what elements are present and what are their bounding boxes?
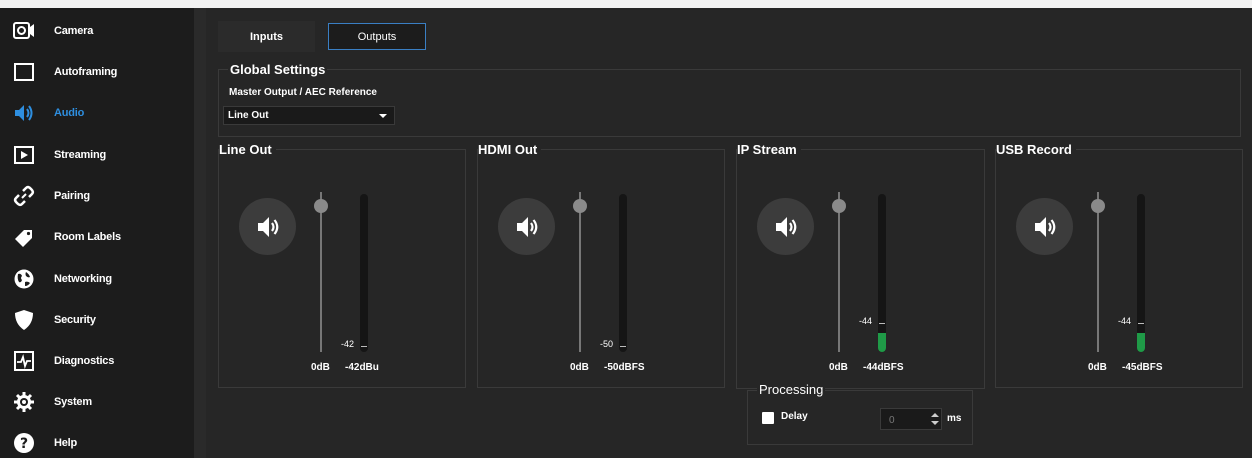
- gear-icon: [13, 391, 35, 413]
- level-meter: [360, 194, 368, 352]
- meter-value: -44: [1118, 316, 1132, 326]
- gain-slider-handle[interactable]: [573, 199, 587, 213]
- sidebar-item-label: Security: [54, 313, 96, 326]
- master-output-value: Line Out: [228, 110, 269, 121]
- mute-button[interactable]: [1016, 198, 1073, 255]
- gain-slider-handle[interactable]: [314, 199, 328, 213]
- delay-unit-label: ms: [947, 413, 962, 424]
- sidebar-item-room-labels[interactable]: Room Labels: [0, 216, 194, 257]
- sidebar-item-autoframing[interactable]: Autoframing: [0, 51, 194, 92]
- sidebar-item-label: Room Labels: [54, 230, 121, 243]
- meter-value: -50: [600, 339, 614, 349]
- globe-icon: [13, 268, 35, 290]
- link-icon: [13, 185, 35, 207]
- sidebar-item-security[interactable]: Security: [0, 299, 194, 340]
- level-meter-fill: [1137, 333, 1145, 352]
- sidebar: Camera Autoframing Audio Streaming Pairi…: [0, 8, 194, 458]
- speaker-icon: [257, 216, 278, 237]
- level-label: -50dBFS: [604, 362, 645, 373]
- mute-button[interactable]: [498, 198, 555, 255]
- tab-inputs[interactable]: Inputs: [218, 21, 315, 52]
- output-panel: USB Record -44 0dB -45dBFS: [995, 142, 1243, 388]
- sidebar-item-label: Streaming: [54, 148, 106, 161]
- delay-label: Delay: [781, 411, 808, 422]
- speaker-icon: [775, 216, 796, 237]
- level-label: -42dBu: [345, 362, 379, 373]
- output-panel-title: USB Record: [996, 142, 1076, 157]
- gain-slider-track[interactable]: [838, 192, 840, 352]
- meter-value: -44: [859, 316, 873, 326]
- sidebar-item-label: Camera: [54, 24, 94, 37]
- gain-label: 0dB: [570, 362, 589, 373]
- output-panel: Line Out -42 0dB -42dBu: [218, 142, 466, 388]
- sidebar-item-label: Pairing: [54, 189, 90, 202]
- tag-icon: [13, 226, 35, 248]
- tab-outputs[interactable]: Outputs: [328, 23, 426, 50]
- gain-slider-track[interactable]: [579, 192, 581, 352]
- speaker-icon: [13, 102, 35, 124]
- gain-label: 0dB: [1088, 362, 1107, 373]
- frame-icon: [13, 61, 35, 83]
- master-output-label: Master Output / AEC Reference: [229, 87, 377, 98]
- sidebar-item-camera[interactable]: Camera: [0, 10, 194, 51]
- mute-button[interactable]: [757, 198, 814, 255]
- sidebar-item-networking[interactable]: Networking: [0, 258, 194, 299]
- mute-button[interactable]: [239, 198, 296, 255]
- svg-text:?: ?: [20, 436, 28, 452]
- sidebar-item-help[interactable]: ? Help: [0, 422, 194, 458]
- shield-icon: [13, 309, 35, 331]
- output-panel-title: Line Out: [219, 142, 276, 157]
- meter-tick: [1138, 323, 1144, 324]
- sidebar-item-streaming[interactable]: Streaming: [0, 134, 194, 175]
- gain-slider-track[interactable]: [1097, 192, 1099, 352]
- speaker-icon: [516, 216, 537, 237]
- output-panel-title: HDMI Out: [478, 142, 542, 157]
- level-meter: [878, 194, 886, 352]
- sidebar-item-pairing[interactable]: Pairing: [0, 175, 194, 216]
- level-meter: [1137, 194, 1145, 352]
- gain-slider-handle[interactable]: [832, 199, 846, 213]
- level-meter: [619, 194, 627, 352]
- global-settings-group: [218, 69, 1241, 137]
- meter-tick: [879, 323, 885, 324]
- gain-label: 0dB: [829, 362, 848, 373]
- delay-checkbox[interactable]: [762, 412, 774, 424]
- sidebar-item-label: Networking: [54, 272, 112, 285]
- delay-stepper[interactable]: [929, 410, 941, 428]
- sidebar-item-system[interactable]: System: [0, 381, 194, 422]
- sidebar-item-label: Audio: [54, 106, 85, 119]
- global-settings-title: Global Settings: [228, 62, 328, 77]
- meter-tick: [620, 346, 626, 347]
- level-meter-fill: [878, 333, 886, 352]
- sidebar-item-label: Autoframing: [54, 65, 118, 78]
- output-panel: HDMI Out -50 0dB -50dBFS: [477, 142, 725, 388]
- question-icon: ?: [13, 432, 35, 454]
- camera-icon: [13, 20, 35, 42]
- gain-slider-handle[interactable]: [1091, 199, 1105, 213]
- sidebar-item-diagnostics[interactable]: Diagnostics: [0, 340, 194, 381]
- meter-value: -42: [341, 339, 355, 349]
- level-label: -44dBFS: [863, 362, 904, 373]
- level-label: -45dBFS: [1122, 362, 1163, 373]
- play-icon: [13, 144, 35, 166]
- sidebar-item-label: Help: [54, 436, 78, 449]
- output-panel: IP Stream -44 0dB -44dBFS: [736, 142, 985, 389]
- master-output-select[interactable]: Line Out: [223, 106, 395, 125]
- sidebar-item-label: Diagnostics: [54, 354, 115, 367]
- chevron-down-icon: [379, 114, 387, 118]
- gain-slider-track[interactable]: [320, 192, 322, 352]
- processing-title: Processing: [757, 382, 826, 397]
- sidebar-item-label: System: [54, 395, 92, 408]
- speaker-icon: [1034, 216, 1055, 237]
- gain-label: 0dB: [311, 362, 330, 373]
- meter-tick: [361, 346, 367, 347]
- sidebar-item-audio[interactable]: Audio: [0, 92, 194, 133]
- pulse-icon: [13, 350, 35, 372]
- output-panel-title: IP Stream: [737, 142, 801, 157]
